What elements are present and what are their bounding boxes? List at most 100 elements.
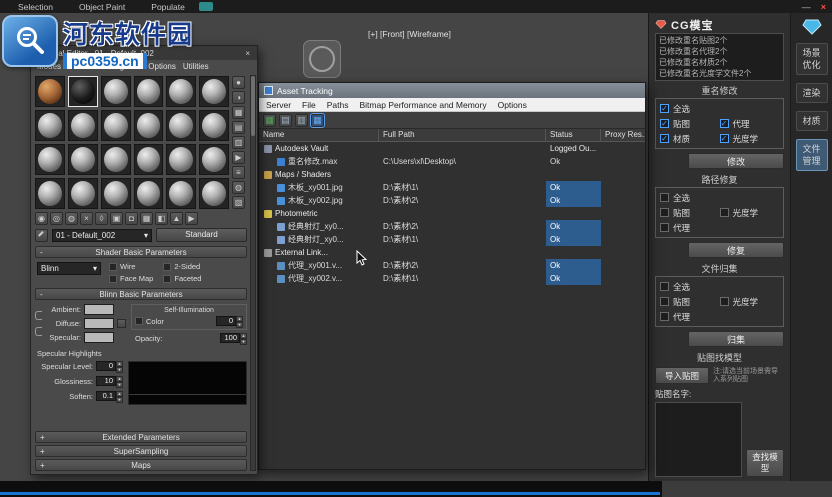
checkbox-rename-material[interactable]: ✓材质 xyxy=(660,131,720,146)
side-tab-scene-optimize[interactable]: 场景优化 xyxy=(796,43,828,75)
select-by-material-icon[interactable]: ◍ xyxy=(232,181,245,194)
side-tab-render[interactable]: 渲染 xyxy=(796,83,828,103)
asset-row[interactable]: External Link... xyxy=(259,246,645,259)
material-slot[interactable] xyxy=(35,144,65,175)
show-end-result-icon[interactable]: ◧ xyxy=(155,212,168,225)
sample-uv-tiling-icon[interactable]: ▤ xyxy=(232,121,245,134)
button-path-repair[interactable]: 修复 xyxy=(688,242,784,258)
material-slot[interactable] xyxy=(134,178,164,209)
menu-populate[interactable]: Populate xyxy=(151,2,185,12)
rollout-shader-basic-parameters[interactable]: - Shader Basic Parameters xyxy=(35,246,247,258)
asset-row[interactable]: 重名修改.maxC:\Users\xl\Desktop\Ok xyxy=(259,155,645,168)
lock-ambient-diffuse-icon[interactable] xyxy=(35,311,42,320)
material-map-navigator-icon[interactable]: ▧ xyxy=(232,196,245,209)
material-slot[interactable] xyxy=(68,178,98,209)
wire-checkbox[interactable] xyxy=(109,263,117,271)
rollout-blinn-basic-parameters[interactable]: - Blinn Basic Parameters xyxy=(35,288,247,300)
viewport-navigation-gizmo[interactable] xyxy=(303,40,341,78)
asset-row[interactable]: Autodesk VaultLogged Ou... xyxy=(259,142,645,155)
material-id-channel-icon[interactable]: ◘ xyxy=(125,212,138,225)
column-header-status[interactable]: Status xyxy=(546,129,601,141)
material-slot[interactable] xyxy=(35,178,65,209)
list-view-icon[interactable]: ▥ xyxy=(295,114,308,127)
close-button[interactable]: × xyxy=(821,2,826,12)
material-slot[interactable] xyxy=(166,178,196,209)
asset-row[interactable]: Maps / Shaders xyxy=(259,168,645,181)
go-to-parent-icon[interactable]: ▲ xyxy=(170,212,183,225)
checkbox-path-repair-proxy[interactable]: 代理 xyxy=(660,220,720,235)
material-slot[interactable] xyxy=(68,110,98,141)
material-editor-titlebar[interactable]: Material Editor - 01 - Default_002 × xyxy=(31,46,257,60)
asset-row[interactable]: 经典射灯_xy0...D:\素材\2\Ok xyxy=(259,220,645,233)
assign-material-to-selection-icon[interactable]: ◍ xyxy=(65,212,78,225)
soften-spinner[interactable]: 0.1▲▼ xyxy=(96,391,123,401)
material-slot[interactable] xyxy=(101,178,131,209)
material-slot[interactable] xyxy=(101,76,131,107)
checkbox-rename-photometric[interactable]: ✓光度学 xyxy=(720,131,780,146)
material-slot[interactable] xyxy=(101,144,131,175)
self-illum-spinner[interactable]: 0 ▲▼ xyxy=(216,316,243,326)
material-slot[interactable] xyxy=(134,110,164,141)
refresh-icon[interactable]: ▦ xyxy=(263,114,276,127)
at-menu-options[interactable]: Options xyxy=(498,100,527,110)
background-icon[interactable]: ▦ xyxy=(232,106,245,119)
asset-row[interactable]: 代理_xy002.v...D:\素材\1\Ok xyxy=(259,272,645,285)
material-slot[interactable] xyxy=(68,76,98,107)
diffuse-map-button[interactable] xyxy=(117,319,126,328)
material-slot[interactable] xyxy=(35,110,65,141)
checkbox-path-repair-map[interactable]: 贴图 xyxy=(660,205,720,220)
button-collect[interactable]: 归集 xyxy=(688,331,784,347)
glossiness-spinner[interactable]: 10▲▼ xyxy=(96,376,123,386)
menu-selection[interactable]: Selection xyxy=(18,2,53,12)
find-model-button[interactable]: 查找模型 xyxy=(746,449,784,477)
column-header-full-path[interactable]: Full Path xyxy=(379,129,546,141)
menu-object-paint[interactable]: Object Paint xyxy=(79,2,125,12)
checkbox-rename-map[interactable]: ✓贴图 xyxy=(660,116,720,131)
backlight-icon[interactable]: ◑ xyxy=(232,91,245,104)
spinner-arrows[interactable]: ▲▼ xyxy=(236,316,243,326)
checkbox-collect-photometric[interactable]: 光度学 xyxy=(720,294,780,309)
details-view-icon[interactable]: ▤ xyxy=(279,114,292,127)
material-slot[interactable] xyxy=(166,110,196,141)
rollout-extended-parameters[interactable]: +Extended Parameters xyxy=(35,431,247,443)
face-map-checkbox[interactable] xyxy=(109,275,117,283)
column-header-name[interactable]: Name xyxy=(259,129,379,141)
material-slot[interactable] xyxy=(68,144,98,175)
make-preview-icon[interactable]: ▶ xyxy=(232,151,245,164)
at-menu-file[interactable]: File xyxy=(302,100,316,110)
material-slot[interactable] xyxy=(199,76,229,107)
me-menu-options[interactable]: Options xyxy=(148,62,176,71)
me-menu-utilities[interactable]: Utilities xyxy=(183,62,209,71)
ambient-color-swatch[interactable] xyxy=(84,304,114,315)
rollout-supersampling[interactable]: +SuperSampling xyxy=(35,445,247,457)
video-color-check-icon[interactable]: ▥ xyxy=(232,136,245,149)
at-menu-paths[interactable]: Paths xyxy=(327,100,349,110)
scrollbar[interactable] xyxy=(250,75,256,471)
button-rename[interactable]: 修改 xyxy=(688,153,784,169)
at-menu-server[interactable]: Server xyxy=(266,100,291,110)
material-slot[interactable] xyxy=(134,76,164,107)
checkbox-path-repair-all[interactable]: 全选 xyxy=(660,190,779,205)
put-to-library-icon[interactable]: ▣ xyxy=(110,212,123,225)
side-tab-file-manage[interactable]: 文件管理 xyxy=(796,139,828,171)
material-name-dropdown[interactable]: 01 - Default_002 ▾ xyxy=(52,229,152,242)
2-sided-checkbox[interactable] xyxy=(163,263,171,271)
close-icon[interactable]: × xyxy=(243,49,252,58)
checkbox-path-repair-photometric[interactable]: 光度学 xyxy=(720,205,780,220)
material-slot[interactable] xyxy=(199,178,229,209)
map-name-input[interactable] xyxy=(655,402,742,477)
asset-row[interactable]: 经典射灯_xy0...D:\素材\1\Ok xyxy=(259,233,645,246)
go-forward-to-sibling-icon[interactable]: ▶ xyxy=(185,212,198,225)
material-slot[interactable] xyxy=(134,144,164,175)
me-menu-navigation[interactable]: Navigation xyxy=(103,62,141,71)
me-menu-modes[interactable]: Modes xyxy=(37,62,61,71)
diffuse-color-swatch[interactable] xyxy=(84,318,114,329)
specular-level-spinner[interactable]: 0▲▼ xyxy=(96,361,123,371)
asset-row[interactable]: 木板_xy002.jpgD:\素材\2\Ok xyxy=(259,194,645,207)
checkbox-rename-all[interactable]: ✓全选 xyxy=(660,101,779,116)
get-material-icon[interactable]: ◉ xyxy=(35,212,48,225)
options-icon[interactable]: ≡ xyxy=(232,166,245,179)
material-slot[interactable] xyxy=(199,144,229,175)
sample-type-icon[interactable]: ● xyxy=(232,76,245,89)
thumbnail-view-icon[interactable]: ▦ xyxy=(311,114,324,127)
